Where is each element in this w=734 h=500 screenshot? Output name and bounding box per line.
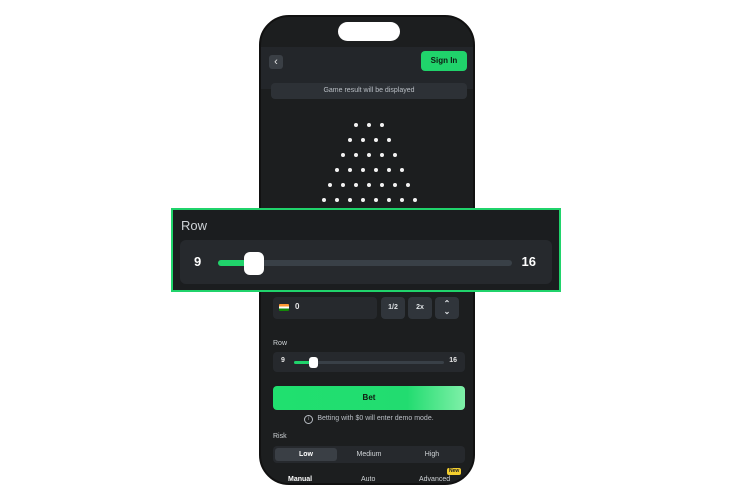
peg	[334, 168, 339, 172]
zoom-row-label: Row	[181, 218, 208, 233]
peg	[360, 138, 365, 142]
zoom-row-max-value: 16	[521, 254, 536, 269]
peg	[354, 153, 358, 157]
peg	[373, 168, 378, 172]
peg	[347, 168, 352, 172]
peg	[341, 183, 345, 187]
peg	[393, 183, 397, 187]
row-label: Row	[273, 340, 288, 347]
back-button[interactable]: ‹	[269, 55, 283, 69]
half-bet-button[interactable]: 1/2	[381, 297, 405, 319]
peg	[393, 153, 397, 157]
row-slider[interactable]: 9 16	[273, 352, 465, 372]
peg	[380, 183, 384, 187]
bet-amount-row: 0 1/2 2x ⌃ ⌄	[269, 297, 469, 319]
peg	[367, 153, 371, 157]
risk-selector: Low Medium High	[273, 446, 465, 463]
row-slider-track[interactable]	[294, 357, 444, 368]
peg	[341, 153, 345, 157]
bet-button[interactable]: Bet	[273, 386, 465, 410]
row-slider-zoom-callout: Row 9 16	[171, 208, 561, 292]
tab-auto[interactable]: Auto	[361, 476, 375, 483]
peg	[354, 123, 358, 127]
peg	[373, 198, 378, 202]
peg	[354, 183, 358, 187]
peg	[360, 198, 365, 202]
peg	[412, 198, 417, 202]
demo-mode-note: i Betting with $0 will enter demo mode.	[273, 415, 465, 424]
chevron-left-icon: ‹	[274, 56, 278, 68]
india-flag-icon	[279, 304, 289, 311]
zoom-row-slider[interactable]: 9 16	[180, 240, 552, 284]
bet-stepper-button[interactable]: ⌃ ⌄	[435, 297, 459, 319]
row-max-value: 16	[449, 357, 457, 364]
zoom-row-min-value: 9	[194, 254, 202, 269]
mode-tabs: Manual Auto Advanced	[261, 469, 473, 483]
peg	[406, 183, 410, 187]
peg	[367, 183, 371, 187]
bet-amount-input[interactable]: 0	[273, 297, 377, 319]
peg	[328, 183, 332, 187]
double-bet-button[interactable]: 2x	[408, 297, 432, 319]
phone-notch	[338, 22, 400, 41]
peg	[360, 168, 365, 172]
peg	[386, 198, 391, 202]
demo-note-text: Betting with $0 will enter demo mode.	[317, 415, 434, 422]
info-icon: i	[304, 415, 314, 424]
risk-option-low[interactable]: Low	[275, 448, 337, 461]
peg	[373, 138, 378, 142]
peg	[380, 123, 384, 127]
peg	[321, 198, 326, 202]
risk-option-high[interactable]: High	[401, 448, 463, 461]
risk-option-medium[interactable]: Medium	[338, 448, 400, 461]
row-slider-handle[interactable]	[309, 357, 318, 368]
plinko-board	[261, 117, 473, 212]
peg	[386, 168, 391, 172]
row-min-value: 9	[281, 357, 285, 364]
bet-amount-value: 0	[295, 302, 300, 311]
peg	[334, 198, 339, 202]
tab-manual[interactable]: Manual	[288, 476, 312, 483]
peg	[367, 123, 371, 127]
sign-in-button[interactable]: Sign In	[421, 51, 467, 71]
peg	[386, 138, 391, 142]
up-down-arrows-icon: ⌃ ⌄	[443, 299, 451, 316]
zoom-slider-handle[interactable]	[244, 252, 264, 275]
peg	[347, 138, 352, 142]
game-result-banner: Game result will be displayed	[271, 83, 467, 99]
peg	[347, 198, 352, 202]
new-badge: New	[447, 468, 462, 475]
tab-advanced[interactable]: Advanced	[419, 476, 450, 483]
peg	[399, 168, 404, 172]
risk-label: Risk	[273, 433, 287, 440]
zoom-slider-track[interactable]	[218, 252, 512, 275]
peg	[380, 153, 384, 157]
peg	[399, 198, 404, 202]
